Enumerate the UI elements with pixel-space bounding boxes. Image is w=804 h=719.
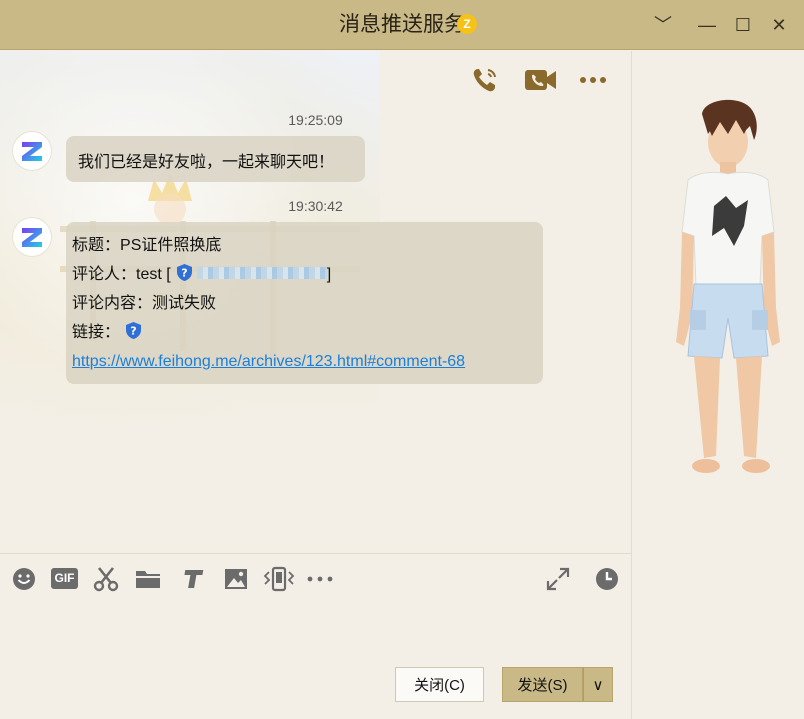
commenter-value: test [ (136, 266, 171, 283)
video-call-icon[interactable] (524, 67, 558, 98)
document-icon[interactable] (179, 566, 205, 592)
close-button[interactable]: 关闭(C) (395, 667, 484, 702)
chat-area[interactable]: 19:25:09 我们已经是好友啦，一起来聊天吧！ 19:30:42 标题：PS… (0, 51, 631, 553)
title-label: 标题： (72, 237, 121, 254)
link-line: 链接： ? (72, 318, 543, 347)
redacted-email (196, 267, 327, 279)
expand-icon[interactable] (545, 566, 571, 592)
message-timestamp: 19:25:09 (288, 112, 343, 128)
send-button[interactable]: 发送(S) (502, 667, 583, 702)
input-toolbar: GIF (0, 553, 631, 601)
history-clock-icon[interactable] (594, 566, 620, 592)
bot-logo-icon (22, 142, 42, 161)
gif-icon[interactable]: GIF (51, 568, 78, 589)
message-bubble[interactable]: 我们已经是好友啦，一起来聊天吧！ (66, 136, 365, 182)
scissors-icon[interactable] (93, 566, 119, 592)
avatar[interactable] (13, 132, 51, 170)
shake-window-icon[interactable] (263, 566, 295, 592)
minimize-button[interactable]: — (694, 12, 720, 38)
folder-icon[interactable] (135, 566, 161, 592)
collapse-button[interactable]: ﹀ (650, 12, 676, 38)
message-timestamp: 19:30:42 (288, 198, 343, 214)
comment-notification-bubble[interactable]: 标题：PS证件照换底 评论人：test [ ? ] 评论内容：测试失败 链接： … (66, 222, 543, 384)
comment-title-line: 标题：PS证件照换底 (72, 231, 543, 260)
link-url-line: https://www.feihong.me/archives/123.html… (72, 347, 543, 376)
comment-content-line: 评论内容：测试失败 (72, 289, 543, 318)
commenter-line: 评论人：test [ ? ] (72, 260, 543, 289)
svg-text:?: ? (130, 325, 136, 338)
more-tools-icon[interactable] (306, 566, 333, 592)
security-shield-icon: ? (124, 321, 143, 340)
title-bar: 消息推送服务 Z ﹀ — ☐ ✕ (0, 0, 804, 50)
link-label: 链接： (72, 324, 121, 341)
security-shield-icon: ? (175, 263, 194, 282)
avatar-character-image (676, 99, 780, 473)
vip-badge-icon: Z (457, 14, 477, 34)
image-icon[interactable] (223, 566, 249, 592)
send-options-dropdown[interactable]: ∨ (583, 667, 613, 702)
bot-logo-icon (22, 228, 42, 247)
avatar[interactable] (13, 218, 51, 256)
emoji-icon[interactable] (11, 566, 37, 592)
maximize-button[interactable]: ☐ (730, 12, 756, 38)
close-window-button[interactable]: ✕ (766, 12, 792, 38)
comment-link[interactable]: https://www.feihong.me/archives/123.html… (72, 353, 465, 370)
content-value: 测试失败 (152, 295, 217, 312)
svg-text:?: ? (181, 267, 187, 280)
content-label: 评论内容： (72, 295, 153, 312)
message-input[interactable] (0, 601, 631, 661)
voice-call-icon[interactable] (470, 65, 500, 100)
commenter-label: 评论人： (72, 266, 137, 283)
more-options-icon[interactable] (578, 69, 608, 94)
character-show-panel (631, 51, 804, 719)
window-title: 消息推送服务 (339, 13, 465, 36)
commenter-suffix: ] (326, 266, 332, 283)
title-value: PS证件照换底 (120, 237, 222, 254)
